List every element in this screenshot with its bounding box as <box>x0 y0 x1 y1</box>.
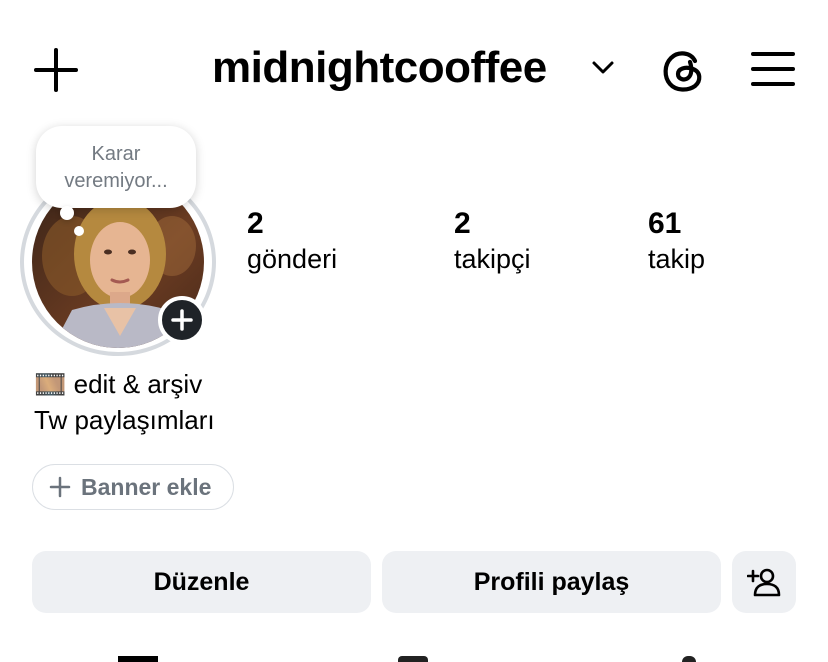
stat-following-label: takip <box>648 244 706 274</box>
share-profile-label: Profili paylaş <box>473 567 630 596</box>
plus-icon <box>34 48 78 92</box>
stat-posts[interactable]: 2 gönderi <box>247 206 337 276</box>
bio-line-2: Tw paylaşımları <box>34 405 215 435</box>
bio-line-1-text: edit & arşiv <box>73 369 203 399</box>
edit-profile-label: Düzenle <box>153 567 250 596</box>
stat-following[interactable]: 61 takip <box>648 206 705 276</box>
stat-posts-label: gönderi <box>247 244 338 274</box>
add-story-button[interactable] <box>158 296 206 344</box>
add-person-icon <box>747 568 781 597</box>
stat-posts-value: 2 <box>247 207 264 240</box>
create-button[interactable] <box>30 44 82 96</box>
grid-tab-icon[interactable] <box>118 656 158 662</box>
add-banner-button[interactable]: Banner ekle <box>32 464 234 510</box>
threads-button[interactable] <box>658 44 710 96</box>
menu-button[interactable] <box>748 46 798 92</box>
discover-people-button[interactable] <box>732 551 796 613</box>
stat-following-value: 61 <box>648 207 682 240</box>
share-profile-button[interactable]: Profili paylaş <box>382 551 721 613</box>
reels-tab-icon[interactable] <box>398 656 428 662</box>
threads-icon <box>663 51 702 92</box>
add-banner-label: Banner ekle <box>81 473 212 500</box>
edit-profile-button[interactable]: Düzenle <box>32 551 371 613</box>
note-bubble-tail-dot <box>74 226 84 236</box>
hamburger-menu-icon <box>751 52 795 86</box>
stat-followers[interactable]: 2 takipçi <box>454 206 531 276</box>
stat-followers-value: 2 <box>454 207 471 240</box>
note-text-line2: veremiyor... <box>64 170 168 192</box>
note-bubble[interactable]: Karar veremiyor... <box>36 126 196 208</box>
tagged-tab-icon[interactable] <box>682 656 696 662</box>
account-switcher-username[interactable]: midnightcooffee <box>212 40 547 96</box>
note-bubble-tail <box>60 206 74 220</box>
plus-icon <box>171 309 193 331</box>
film-frames-emoji: 🎞️ <box>34 369 67 399</box>
note-text-line1: Karar <box>91 143 141 165</box>
plus-icon <box>49 476 71 498</box>
chevron-down-icon[interactable] <box>590 56 616 78</box>
stat-followers-label: takipçi <box>454 244 531 274</box>
bio-line-1: 🎞️ edit & arşiv <box>34 367 202 401</box>
